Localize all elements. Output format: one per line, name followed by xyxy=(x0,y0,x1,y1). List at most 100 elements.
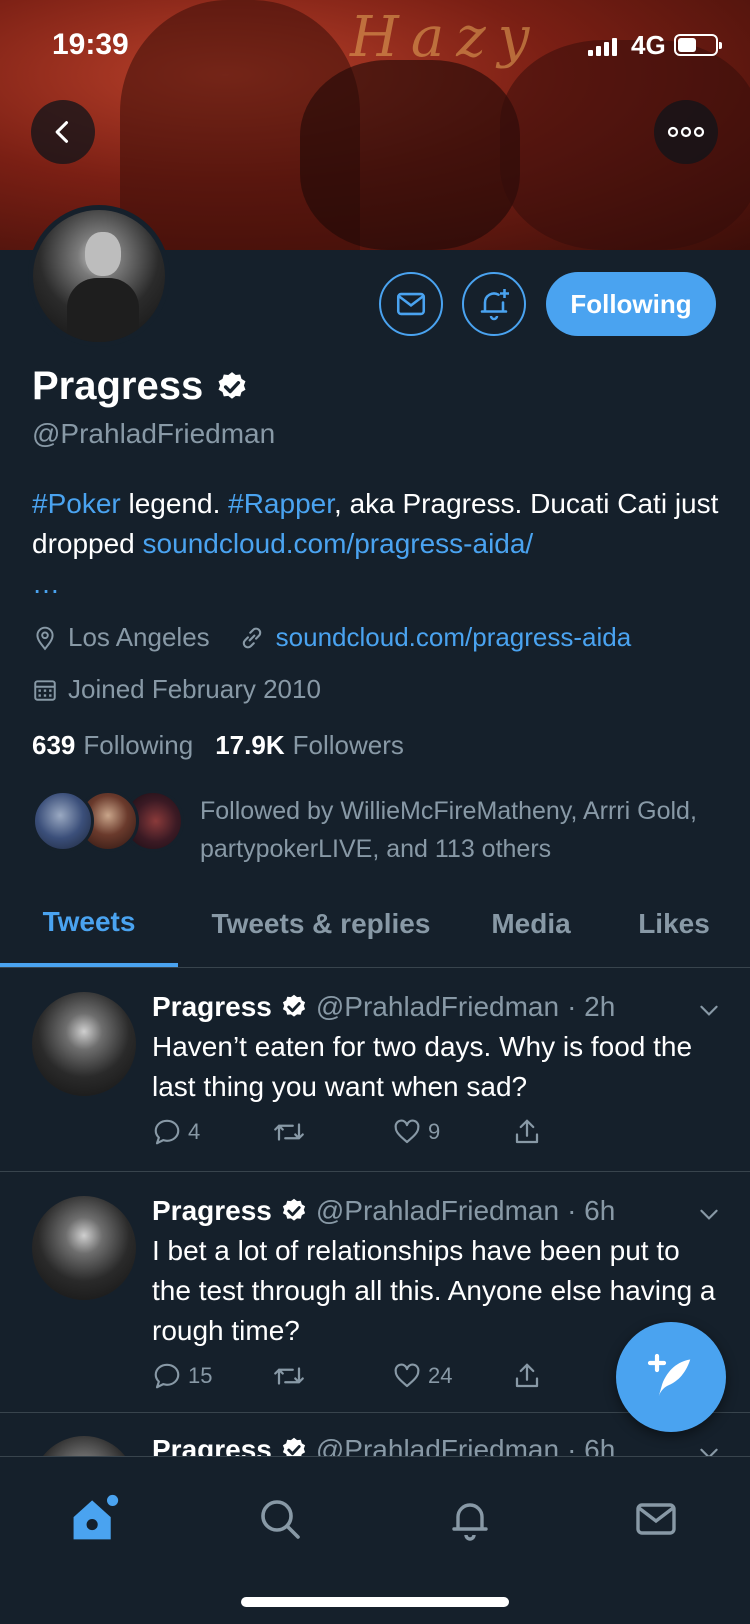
search-icon xyxy=(261,1500,300,1539)
chevron-down-icon[interactable] xyxy=(696,1440,722,1456)
tweet-avatar[interactable] xyxy=(32,1436,136,1456)
chevron-down-icon[interactable] xyxy=(696,1201,722,1227)
more-options-button[interactable] xyxy=(654,100,718,164)
share-icon xyxy=(515,1119,539,1144)
followers-count-link[interactable]: 17.9K Followers xyxy=(215,730,404,761)
notifications-icon xyxy=(452,1503,488,1541)
bell-plus-icon xyxy=(480,289,509,321)
bio-text: legend. xyxy=(120,488,229,519)
avatar-body xyxy=(67,278,139,342)
following-button[interactable]: Following xyxy=(546,272,716,336)
share-button[interactable] xyxy=(512,1117,632,1147)
tab-tweets[interactable]: Tweets xyxy=(0,880,178,967)
hashtag-link[interactable]: #Poker xyxy=(32,488,121,519)
verified-badge-icon xyxy=(282,1437,305,1456)
tab-media[interactable]: Media xyxy=(464,880,598,967)
notifications-button[interactable] xyxy=(462,272,526,336)
tweet-author-handle: @PrahladFriedman xyxy=(315,991,560,1022)
chevron-down-icon[interactable] xyxy=(696,997,722,1023)
tweet-header: Pragress @PrahladFriedman · 2h xyxy=(152,991,615,1023)
profile-bio: #Poker legend. #Rapper, aka Pragress. Du… xyxy=(32,484,722,604)
reply-button[interactable]: 15 xyxy=(152,1361,272,1391)
message-button[interactable] xyxy=(379,272,443,336)
tab-likes[interactable]: Likes xyxy=(598,880,750,967)
like-button[interactable]: 24 xyxy=(392,1361,512,1391)
verified-badge-icon xyxy=(282,1198,305,1221)
status-time: 19:39 xyxy=(52,28,129,61)
profile-joined-row: Joined February 2010 xyxy=(32,674,321,705)
signal-icon xyxy=(588,36,617,56)
retweet-button[interactable] xyxy=(272,1361,392,1391)
home-indicator[interactable] xyxy=(241,1597,509,1607)
reply-count: 15 xyxy=(188,1363,213,1388)
profile-name: Pragress xyxy=(32,364,204,408)
compose-tweet-button[interactable] xyxy=(616,1322,726,1432)
messages-icon xyxy=(636,1503,676,1535)
nav-search[interactable] xyxy=(250,1489,310,1549)
like-button[interactable]: 9 xyxy=(392,1117,512,1147)
profile-name-row: Pragress xyxy=(32,364,249,409)
tweet-avatar[interactable] xyxy=(32,992,136,1096)
reply-button[interactable]: 4 xyxy=(152,1117,272,1147)
mail-icon xyxy=(396,292,426,316)
battery-icon xyxy=(674,34,722,56)
bio-ellipsis[interactable]: … xyxy=(32,568,60,599)
retweet-icon xyxy=(274,1367,304,1385)
following-count-link[interactable]: 639 Following xyxy=(32,730,193,761)
profile-handle: @PrahladFriedman xyxy=(32,418,276,449)
retweet-button[interactable] xyxy=(272,1117,392,1147)
heart-icon xyxy=(394,1363,420,1388)
share-icon xyxy=(515,1363,539,1388)
reply-icon xyxy=(154,1119,180,1145)
tab-tweets-replies[interactable]: Tweets & replies xyxy=(178,880,464,967)
hashtag-link[interactable]: #Rapper xyxy=(228,488,334,519)
network-type: 4G xyxy=(631,30,666,60)
profile-meta-row: Los Angeles soundcloud.com/pragress-aida xyxy=(32,622,631,653)
tweet-avatar[interactable] xyxy=(32,1196,136,1300)
status-bar: 19:39 4G xyxy=(0,0,750,88)
link-icon xyxy=(242,627,261,648)
bio-url-link[interactable]: soundcloud.com/pragress-aida/ xyxy=(143,528,534,559)
tweet-time: · 2h xyxy=(567,991,616,1022)
tweet-author-name: Pragress xyxy=(152,991,272,1022)
more-icon xyxy=(667,126,705,138)
tweet-header: Pragress @PrahladFriedman · 6h xyxy=(152,1434,615,1456)
profile-joined-date: Joined February 2010 xyxy=(68,674,321,704)
nav-home[interactable] xyxy=(64,1489,124,1549)
location-pin-icon xyxy=(36,626,54,650)
tweet-time: · 6h xyxy=(567,1434,616,1456)
nav-notifications[interactable] xyxy=(440,1489,500,1549)
share-button[interactable] xyxy=(512,1361,632,1391)
follower-avatar xyxy=(32,790,94,852)
profile-tabs: Tweets Tweets & replies Media Likes xyxy=(0,880,750,968)
heart-icon xyxy=(394,1119,420,1144)
chevron-left-icon xyxy=(55,121,69,143)
tweet-author-handle: @PrahladFriedman xyxy=(315,1195,560,1226)
followed-by-text[interactable]: Followed by WillieMcFireMatheny, Arrri G… xyxy=(200,792,700,868)
verified-badge-icon xyxy=(282,994,305,1017)
reply-count: 4 xyxy=(188,1119,201,1144)
reply-icon xyxy=(154,1363,180,1389)
nav-messages[interactable] xyxy=(626,1489,686,1549)
profile-location: Los Angeles xyxy=(68,622,210,652)
follow-counts: 639 Following 17.9K Followers xyxy=(32,730,404,761)
tweet-author-name: Pragress xyxy=(152,1195,272,1226)
tweet-header: Pragress @PrahladFriedman · 6h xyxy=(152,1195,615,1227)
like-count: 9 xyxy=(428,1119,441,1144)
tweet-time: · 6h xyxy=(567,1195,616,1226)
verified-badge-icon xyxy=(218,371,246,399)
tweet-actions: 4 9 xyxy=(152,1117,632,1147)
banner-figure xyxy=(300,60,520,250)
like-count: 24 xyxy=(428,1363,453,1388)
followed-by-avatars[interactable] xyxy=(32,790,184,856)
profile-avatar[interactable] xyxy=(28,205,170,347)
tweet-author-handle: @PrahladFriedman xyxy=(315,1434,560,1456)
profile-website-link[interactable]: soundcloud.com/pragress-aida xyxy=(276,622,632,653)
calendar-icon xyxy=(34,679,56,701)
tweet-text: Haven’t eaten for two days. Why is food … xyxy=(152,1031,693,1102)
compose-feather-icon xyxy=(647,1353,691,1397)
tweet[interactable]: Pragress @PrahladFriedman · 2h Haven’t e… xyxy=(0,969,750,1172)
retweet-icon xyxy=(274,1123,304,1141)
back-button[interactable] xyxy=(31,100,95,164)
tweet-actions: 15 24 xyxy=(152,1361,632,1391)
